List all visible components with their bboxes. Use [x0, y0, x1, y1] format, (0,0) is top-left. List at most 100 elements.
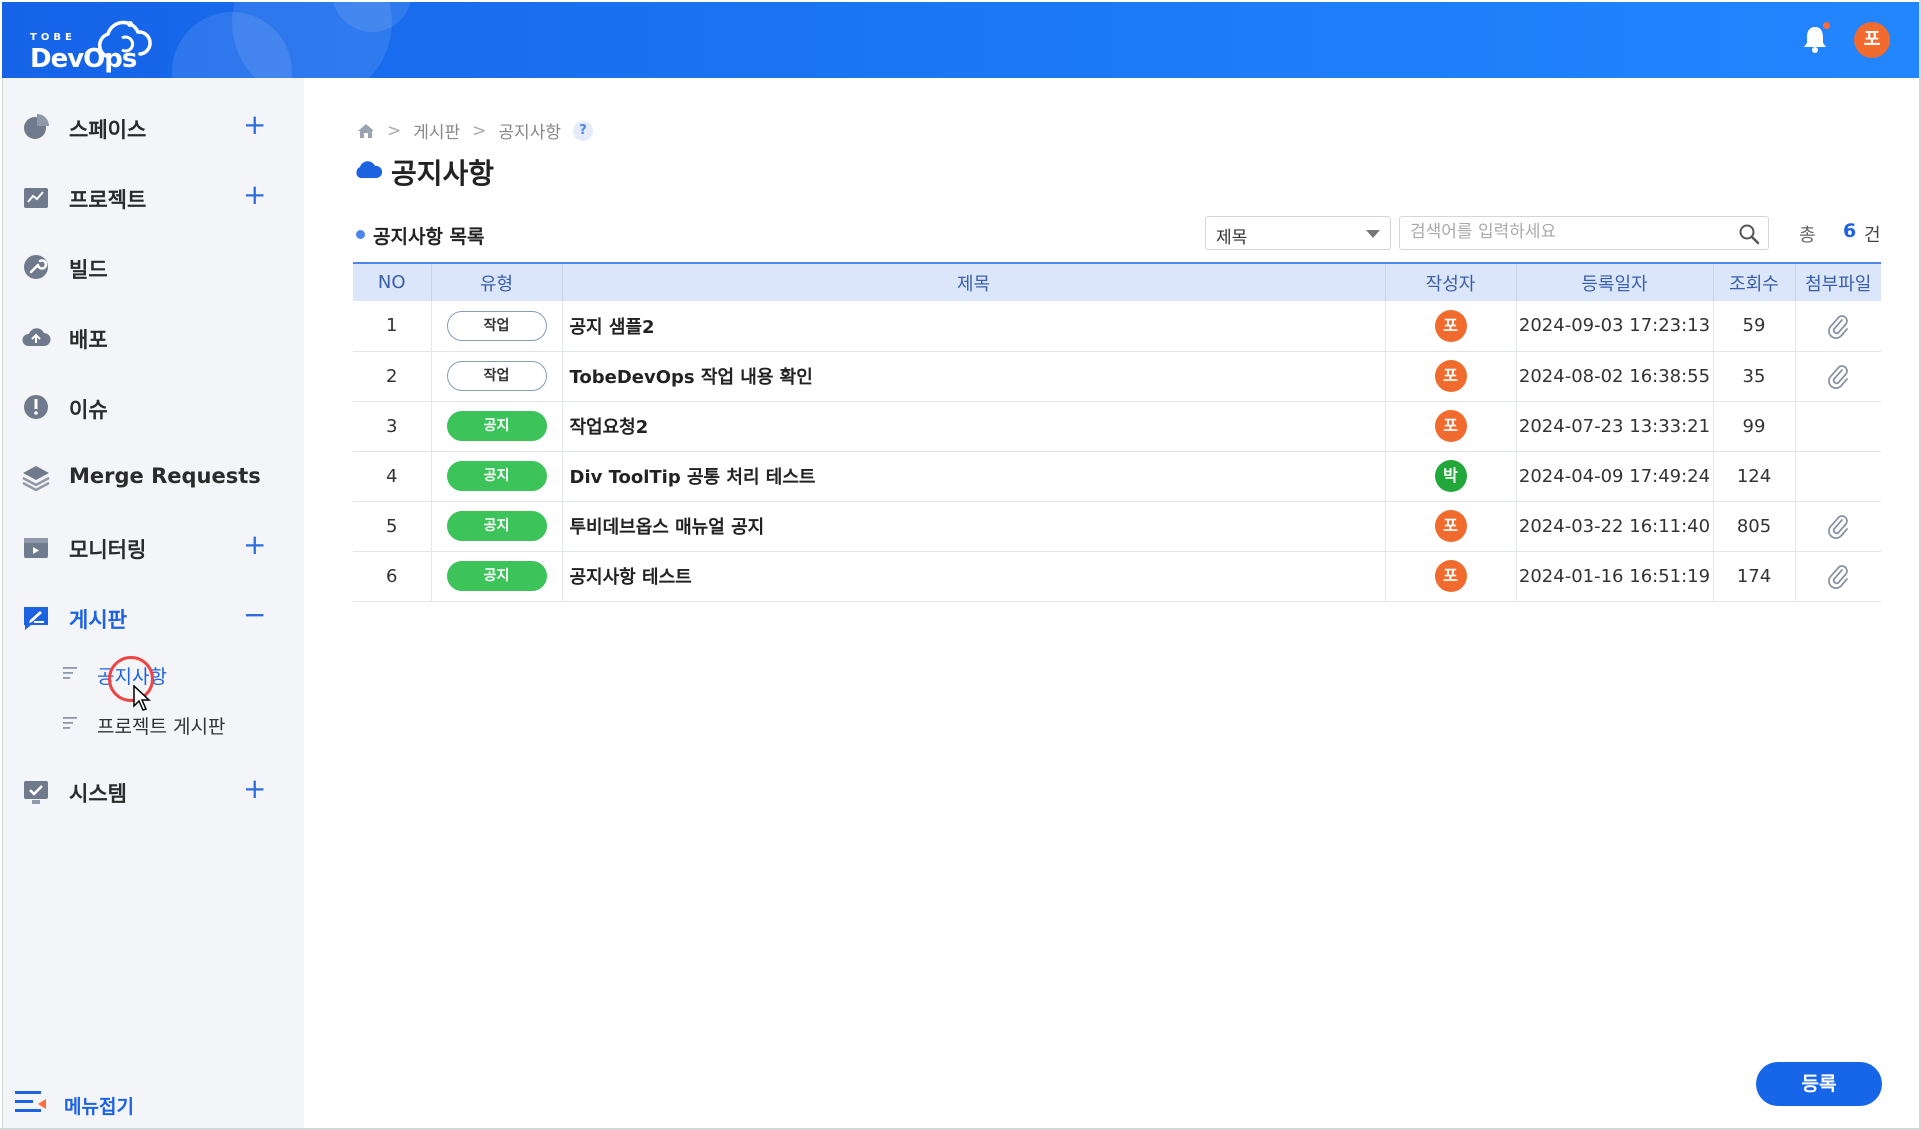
sidebar-item-project[interactable]: 프로젝트 + — [3, 170, 305, 226]
sidebar-item-merge-requests[interactable]: Merge Requests — [3, 450, 305, 506]
table-row[interactable]: 1 작업 공지 샘플2 포 2024-09-03 17:23:13 59 — [353, 301, 1881, 352]
sidebar-item-monitoring[interactable]: 모니터링 + — [3, 520, 305, 576]
paperclip-icon[interactable] — [1827, 563, 1849, 589]
system-check-icon — [24, 781, 48, 804]
row-number: 4 — [353, 451, 432, 502]
author-avatar: 포 — [1434, 560, 1467, 592]
attachment-cell — [1795, 451, 1881, 502]
post-title-link[interactable]: 공지사항 테스트 — [562, 551, 1386, 602]
sidebar-item-build[interactable]: 빌드 — [3, 240, 305, 296]
cloud-title-icon — [356, 161, 383, 178]
row-number: 5 — [353, 501, 432, 552]
sidebar-subitem-notice[interactable]: 공지사항 — [63, 656, 263, 692]
type-badge: 작업 — [446, 361, 547, 391]
notification-dot — [1823, 22, 1830, 29]
type-badge: 공지 — [446, 411, 547, 441]
app-logo[interactable]: TOBE DevOps — [30, 16, 152, 74]
view-count: 805 — [1713, 501, 1796, 552]
paperclip-icon[interactable] — [1827, 513, 1849, 539]
home-icon[interactable] — [357, 123, 375, 139]
register-button[interactable]: 등록 — [1756, 1062, 1882, 1106]
post-title-link[interactable]: 작업요청2 — [562, 401, 1386, 452]
expand-plus-icon[interactable]: + — [243, 530, 266, 560]
menu-collapse-label[interactable]: 메뉴접기 — [64, 1092, 134, 1119]
help-icon[interactable]: ? — [572, 120, 593, 141]
author-avatar: 박 — [1434, 460, 1467, 492]
table-row[interactable]: 4 공지 Div ToolTip 공통 처리 테스트 박 2024-04-09 17:4… — [353, 451, 1881, 502]
author-avatar: 포 — [1434, 510, 1467, 542]
table-row[interactable]: 6 공지 공지사항 테스트 포 2024-01-16 16:51:19 174 — [353, 551, 1881, 602]
attachment-cell — [1795, 401, 1881, 452]
search-input[interactable] — [1410, 222, 1710, 242]
table-row[interactable]: 3 공지 작업요청2 포 2024-07-23 13:33:21 99 — [353, 401, 1881, 452]
table-header-row: NO 유형 제목 작성자 등록일자 조회수 첨부파일 — [353, 262, 1881, 301]
attachment-cell — [1795, 501, 1881, 552]
sidebar-item-board[interactable]: 게시판 − — [3, 590, 305, 646]
post-title-link[interactable]: TobeDevOps 작업 내용 확인 — [562, 351, 1386, 402]
expand-plus-icon[interactable]: + — [243, 110, 266, 140]
type-badge: 공지 — [446, 561, 547, 591]
sidebar-subitem-project-board[interactable]: 프로젝트 게시판 — [63, 706, 263, 742]
post-title-link[interactable]: 투비데브옵스 매뉴얼 공지 — [562, 501, 1386, 552]
author-cell: 포 — [1385, 501, 1517, 552]
sidebar-item-label: Merge Requests — [69, 464, 261, 488]
total-label: 총 — [1799, 225, 1816, 246]
sidebar-item-space[interactable]: 스페이스 + — [3, 100, 305, 156]
breadcrumb-separator: > — [472, 120, 487, 141]
sidebar-item-label: 빌드 — [69, 258, 108, 282]
paperclip-icon[interactable] — [1827, 363, 1849, 389]
post-title-link[interactable]: 공지 샘플2 — [562, 301, 1386, 352]
table-row[interactable]: 2 작업 TobeDevOps 작업 내용 확인 포 2024-08-02 16:38:… — [353, 351, 1881, 402]
total-count: 6 — [1843, 220, 1857, 242]
table-body: 1 작업 공지 샘플2 포 2024-09-03 17:23:13 59 2 작업 TobeDe… — [353, 301, 1881, 602]
logo-small-text: TOBE — [30, 32, 76, 43]
top-header: TOBE DevOps — [2, 2, 1920, 78]
paperclip-icon[interactable] — [1827, 313, 1849, 339]
author-avatar: 포 — [1434, 410, 1467, 442]
sidebar-item-system[interactable]: 시스템 + — [3, 764, 305, 820]
breadcrumb-item[interactable]: 게시판 — [413, 118, 460, 143]
sidebar-item-label: 프로젝트 — [69, 188, 147, 212]
page-title: 공지사항 — [391, 157, 495, 190]
sidebar-item-label: 게시판 — [69, 608, 127, 632]
type-cell: 공지 — [431, 401, 563, 452]
main-content: > 게시판 > 공지사항 ? 공지사항 공지사항 목록 제목 총 6 건 NO … — [305, 78, 1919, 1128]
row-number: 6 — [353, 551, 432, 602]
expand-plus-icon[interactable]: + — [243, 774, 266, 804]
registered-date: 2024-01-16 16:51:19 — [1516, 551, 1714, 602]
sidebar-item-label: 이슈 — [69, 398, 108, 422]
table-row[interactable]: 5 공지 투비데브옵스 매뉴얼 공지 포 2024-03-22 16:11:40 805 — [353, 501, 1881, 552]
registered-date: 2024-07-23 13:33:21 — [1516, 401, 1714, 452]
column-header: 제목 — [562, 262, 1386, 301]
type-cell: 공지 — [431, 501, 563, 552]
breadcrumb-item: 공지사항 — [498, 123, 561, 143]
breadcrumb: > 게시판 > 공지사항 ? — [357, 118, 593, 143]
author-avatar: 포 — [1434, 309, 1467, 342]
sidebar-item-label: 배포 — [69, 328, 108, 352]
column-header: 작성자 — [1385, 262, 1517, 301]
search-field-select[interactable]: 제목 — [1205, 216, 1391, 250]
attachment-cell — [1795, 351, 1881, 402]
collapse-minus-icon[interactable]: − — [243, 600, 266, 630]
sidebar-item-deploy[interactable]: 배포 — [3, 310, 305, 366]
total-unit: 건 — [1864, 225, 1881, 246]
row-number: 1 — [353, 301, 432, 352]
view-count: 35 — [1713, 351, 1796, 402]
view-count: 174 — [1713, 551, 1796, 602]
user-avatar[interactable]: 포 — [1854, 22, 1890, 58]
registered-date: 2024-08-02 16:38:55 — [1516, 351, 1714, 402]
column-header: 조회수 — [1713, 262, 1796, 301]
type-badge: 공지 — [446, 511, 547, 541]
author-cell: 포 — [1385, 551, 1517, 602]
post-title-link[interactable]: Div ToolTip 공통 처리 테스트 — [562, 451, 1386, 502]
row-number: 3 — [353, 401, 432, 452]
sidebar-item-label: 시스템 — [69, 782, 127, 806]
menu-collapse-icon[interactable] — [14, 1088, 48, 1116]
search-icon[interactable] — [1738, 223, 1760, 245]
expand-plus-icon[interactable]: + — [243, 180, 266, 210]
sidebar-item-issue[interactable]: 이슈 — [3, 380, 305, 436]
registered-date: 2024-04-09 17:49:24 — [1516, 451, 1714, 502]
wrench-icon — [24, 255, 48, 279]
type-badge: 작업 — [446, 310, 547, 341]
cloud-upload-icon — [22, 328, 51, 346]
